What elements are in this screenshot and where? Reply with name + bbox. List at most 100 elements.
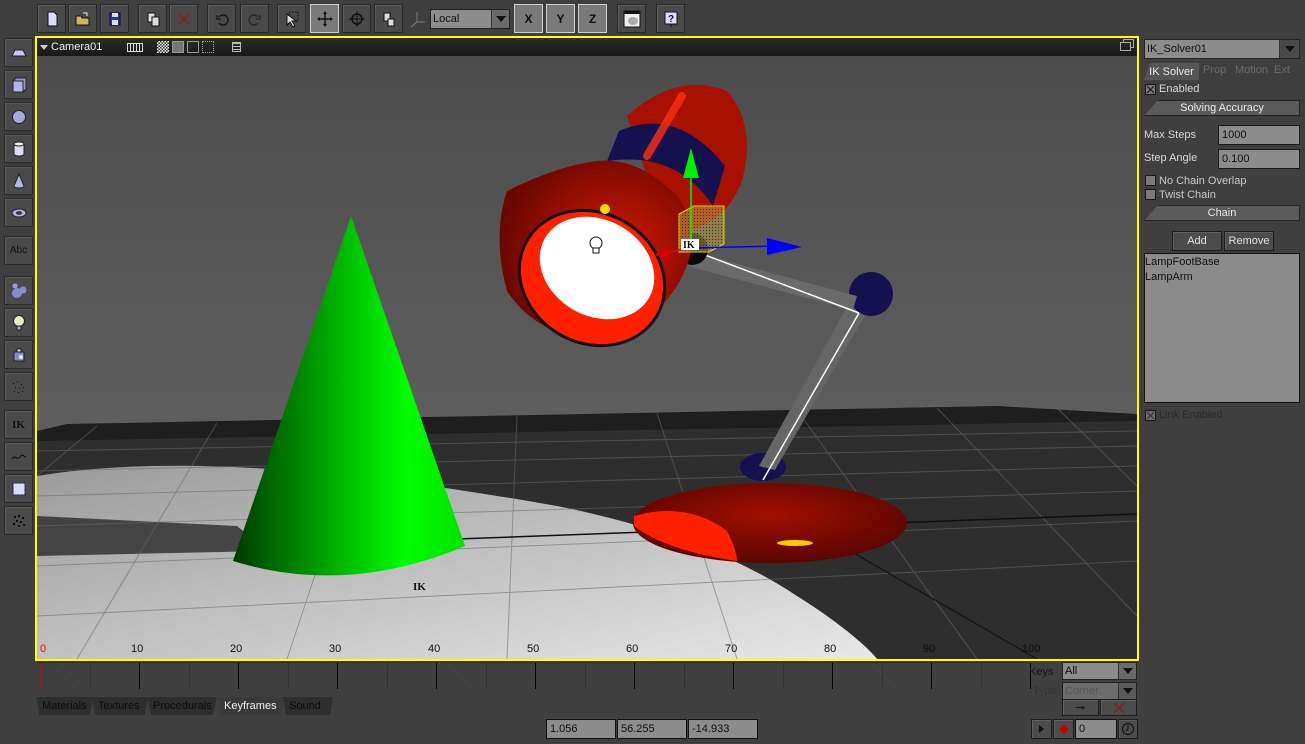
create-plane-button[interactable] [4, 38, 33, 67]
playhead-marker[interactable] [40, 663, 41, 689]
twist-chain-checkbox[interactable] [1145, 189, 1156, 200]
render-preview-button[interactable] [617, 4, 646, 33]
checker-shading-icon[interactable] [157, 41, 170, 53]
wire-box-icon[interactable] [187, 41, 200, 53]
tab-ext[interactable]: Ext [1274, 64, 1290, 76]
scene-render[interactable]: IK IK [37, 56, 1137, 659]
chevron-down-icon [491, 10, 509, 28]
axis-z-button[interactable]: Z [578, 4, 607, 33]
link-enabled-checkbox[interactable] [1145, 410, 1156, 421]
tab-prop[interactable]: Prop [1203, 64, 1226, 76]
timeline-major-tick [733, 663, 734, 689]
add-chain-button[interactable]: Add [1172, 231, 1222, 251]
redo-button[interactable] [240, 4, 269, 33]
tab-motion[interactable]: Motion [1235, 64, 1268, 76]
elbow-joint [849, 272, 893, 316]
new-file-button[interactable] [37, 4, 66, 33]
coord-space-select[interactable]: Local [430, 9, 510, 29]
select-arrow-icon [286, 11, 298, 28]
time-settings-button[interactable] [1118, 719, 1138, 739]
save-disk-icon [109, 12, 120, 25]
bounding-box-icon[interactable] [202, 41, 215, 53]
current-frame-field[interactable]: 0 [1075, 719, 1117, 739]
chevron-down-icon [1279, 40, 1299, 58]
tab-ik-solver[interactable]: IK Solver [1144, 63, 1199, 80]
delete-key-button[interactable] [1100, 699, 1137, 716]
create-lattice-button[interactable] [4, 474, 33, 503]
cube-icon [12, 77, 26, 92]
coord-y-field[interactable]: 56.255 [617, 719, 687, 739]
ik-icon: IK [12, 418, 25, 431]
solving-accuracy-header[interactable]: Solving Accuracy [1144, 100, 1300, 116]
rotate-tool-button[interactable] [342, 4, 371, 33]
undo-button[interactable] [207, 4, 236, 33]
step-angle-input[interactable]: 0.100 [1218, 149, 1300, 169]
grid-icon[interactable] [127, 42, 144, 52]
create-text-button[interactable]: Abc [4, 236, 33, 265]
timeline-major-tick [931, 663, 932, 689]
viewport-header: Camera01 [37, 38, 1137, 56]
sphere-icon [11, 109, 26, 124]
chain-list-item[interactable]: LampArm [1145, 270, 1299, 285]
timeline-major-tick [337, 663, 338, 689]
torus-icon [11, 208, 26, 217]
keys-select[interactable]: All [1062, 662, 1137, 680]
create-light-button[interactable] [4, 308, 33, 337]
twist-chain-label: Twist Chain [1159, 189, 1216, 201]
object-select[interactable]: IK_Solver01 #obj-arrow-fix{} [1144, 39, 1300, 59]
create-cube-button[interactable] [4, 70, 33, 99]
timeline-minor-tick [188, 663, 190, 689]
create-curve-button[interactable] [4, 442, 33, 471]
create-metaballs-button[interactable] [4, 276, 33, 305]
save-button[interactable] [100, 4, 129, 33]
axis-x-button[interactable]: X [514, 4, 543, 33]
list-icon[interactable] [232, 42, 242, 52]
move-tool-button[interactable] [310, 4, 339, 33]
chain-list[interactable]: LampFootBase LampArm [1144, 253, 1300, 403]
copy-icon [147, 12, 159, 26]
chain-list-item[interactable]: LampFootBase [1145, 255, 1299, 270]
tab-materials[interactable]: Materials [36, 697, 93, 715]
3d-viewport[interactable]: Camera01 IK IK 0 10 20 30 40 50 60 70 80… [35, 36, 1139, 661]
create-cylinder-button[interactable] [4, 134, 33, 163]
tab-textures[interactable]: Textures [92, 697, 148, 715]
delete-x-icon [177, 12, 190, 25]
create-torus-button[interactable] [4, 198, 33, 227]
scale-tool-button[interactable] [374, 4, 403, 33]
maximize-icon[interactable] [1120, 42, 1131, 51]
create-camera-button[interactable] [4, 340, 33, 369]
add-key-button[interactable]: ⊸ [1062, 699, 1099, 716]
timeline-minor-tick [89, 663, 91, 689]
axis-y-button[interactable]: Y [546, 4, 575, 33]
help-button[interactable]: ? [656, 4, 685, 33]
tab-sound[interactable]: Sound [283, 697, 333, 715]
create-sphere-button[interactable] [4, 102, 33, 131]
tab-procedurals[interactable]: Procedurals [147, 697, 217, 715]
play-button[interactable] [1031, 719, 1052, 739]
tab-keyframes[interactable]: Keyframes [218, 697, 284, 715]
max-steps-input[interactable]: 1000 [1218, 125, 1300, 145]
type-select[interactable]: Corner [1062, 682, 1137, 700]
timeline-track[interactable] [37, 662, 1031, 689]
record-button[interactable] [1053, 719, 1074, 739]
timeline-major-tick [238, 663, 239, 689]
create-particle-system-button[interactable] [4, 506, 33, 535]
create-particles-button[interactable] [4, 372, 33, 401]
open-file-button[interactable] [68, 4, 97, 33]
top-toolbar: Local X Y Z ? [0, 0, 1305, 36]
chevron-down-icon [1118, 663, 1136, 679]
enabled-checkbox[interactable] [1145, 84, 1156, 95]
no-chain-overlap-checkbox[interactable] [1145, 175, 1156, 186]
coord-z-field[interactable]: -14.933 [688, 719, 758, 739]
select-tool-button[interactable] [277, 4, 306, 33]
copy-button[interactable] [138, 4, 167, 33]
delete-button[interactable] [169, 4, 198, 33]
create-ik-button[interactable]: IK [4, 410, 33, 439]
create-cone-button[interactable] [4, 166, 33, 195]
solid-box-icon[interactable] [172, 41, 185, 53]
camera-name[interactable]: Camera01 [51, 41, 102, 53]
remove-chain-button[interactable]: Remove [1224, 231, 1274, 251]
coord-x-field[interactable]: 1.056 [546, 719, 616, 739]
chain-header[interactable]: Chain [1144, 205, 1300, 221]
camera-menu-chevron-icon[interactable] [40, 44, 48, 50]
